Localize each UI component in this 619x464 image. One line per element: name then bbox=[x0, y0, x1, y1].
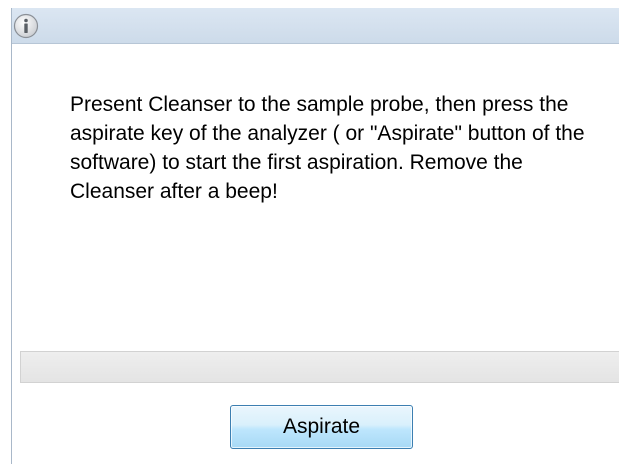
cleanser-dialog: Present Cleanser to the sample probe, th… bbox=[11, 8, 619, 464]
instruction-message: Present Cleanser to the sample probe, th… bbox=[70, 93, 585, 203]
aspirate-button[interactable]: Aspirate bbox=[230, 405, 413, 449]
progress-bar bbox=[20, 351, 619, 383]
info-icon bbox=[13, 13, 39, 39]
dialog-titlebar bbox=[12, 8, 619, 44]
